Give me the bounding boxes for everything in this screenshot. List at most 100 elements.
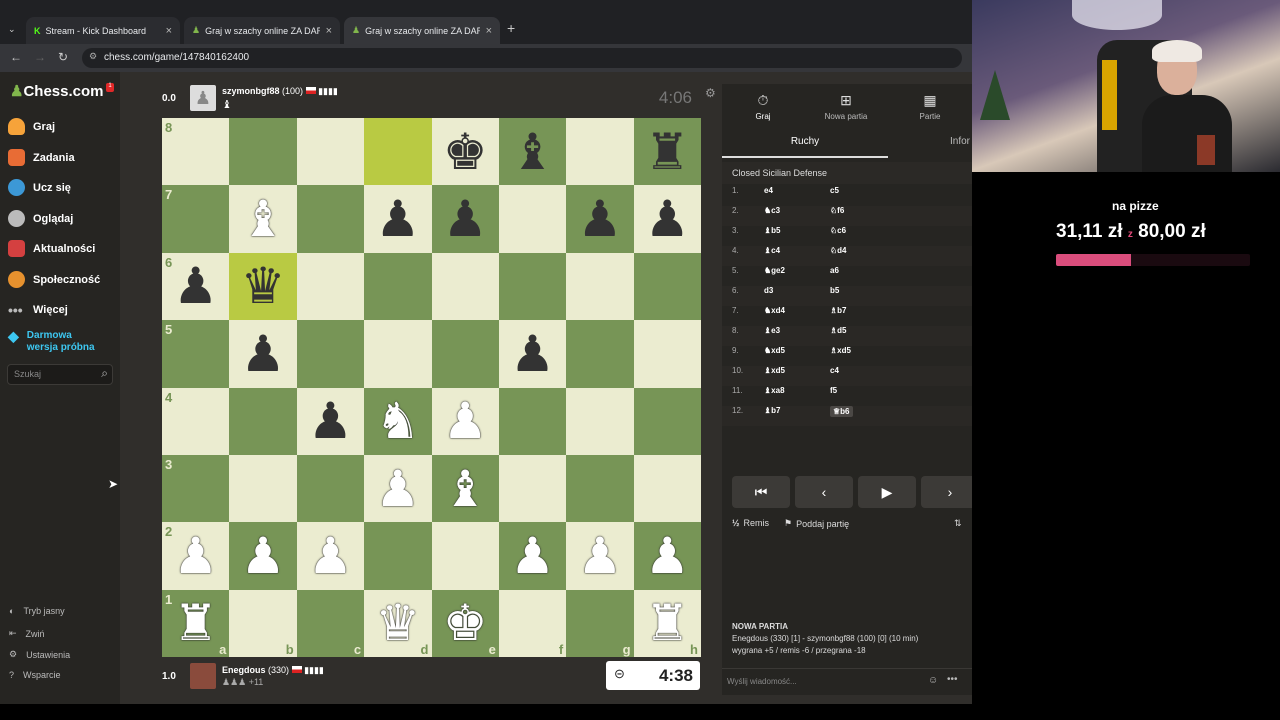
panel-tab-games[interactable]: ▦ Partie [895, 92, 965, 121]
square-b7[interactable]: ♝ [229, 185, 297, 253]
white-rook-icon[interactable]: ♜ [173, 598, 218, 648]
square-a5[interactable]: 5 [162, 320, 230, 388]
square-h7[interactable]: ♟ [633, 185, 701, 253]
black-pawn-icon[interactable]: ♟ [241, 329, 286, 379]
white-move[interactable]: ♞c3 [764, 206, 780, 215]
black-move[interactable]: ♘c6 [830, 226, 846, 235]
nav-item-puzzles[interactable]: Zadania [8, 149, 75, 166]
square-f7[interactable] [498, 185, 567, 253]
square-a3[interactable]: 3 [162, 454, 230, 523]
white-bishop-icon[interactable]: ♝ [443, 464, 488, 514]
white-move[interactable]: ♞xd4 [764, 306, 785, 315]
board-settings-gear-icon[interactable]: ⚙ [705, 86, 716, 100]
square-g8[interactable] [566, 118, 634, 186]
black-move[interactable]: ♘f6 [830, 206, 844, 215]
black-move[interactable]: a6 [830, 266, 839, 275]
square-c2[interactable]: ♟ [296, 522, 365, 590]
free-trial-link[interactable]: ◆ Darmowa wersja próbna [8, 329, 102, 354]
square-d5[interactable] [364, 320, 432, 388]
resign-button[interactable]: ⚑ Poddaj partię [784, 518, 849, 529]
black-pawn-icon[interactable]: ♟ [510, 329, 555, 379]
collapse-button[interactable]: ⇤ Zwiń [9, 628, 45, 639]
close-tab-icon[interactable]: × [326, 25, 332, 37]
square-e5[interactable] [431, 320, 499, 388]
square-f1[interactable]: f [498, 589, 567, 657]
square-d6[interactable] [364, 252, 432, 321]
square-b3[interactable] [229, 454, 297, 523]
white-bishop-icon[interactable]: ♝ [241, 194, 286, 244]
support-link[interactable]: ? Wsparcie [9, 670, 61, 680]
panel-tab-new-game[interactable]: ⊞ Nowa partia [811, 92, 881, 121]
black-move[interactable]: ♗xd5 [830, 346, 851, 355]
browser-tab-chess-2[interactable]: ♟ Graj w szachy online ZA DARMO × [344, 17, 500, 44]
subtab-moves[interactable]: Ruchy [722, 136, 888, 158]
previous-move-button[interactable]: ‹ [795, 476, 853, 508]
square-b6[interactable]: ♛ [229, 252, 297, 321]
square-g4[interactable] [566, 387, 634, 455]
site-info-icon[interactable]: ⚙ [89, 51, 97, 62]
search-input[interactable]: Szukaj ⌕ [7, 364, 113, 385]
white-move[interactable]: ♝xd5 [764, 366, 785, 375]
black-move[interactable]: ♗d5 [830, 326, 847, 335]
white-move[interactable]: ♝c4 [764, 246, 780, 255]
nav-item-play[interactable]: Graj [8, 118, 55, 135]
black-pawn-icon[interactable]: ♟ [173, 261, 218, 311]
square-c3[interactable] [296, 454, 365, 523]
white-move[interactable]: ♝b5 [764, 226, 781, 235]
square-a4[interactable]: 4 [162, 387, 230, 455]
square-e1[interactable]: e ♚ [431, 589, 499, 657]
square-f6[interactable] [498, 252, 567, 321]
square-c1[interactable]: c [296, 589, 365, 657]
white-queen-icon[interactable]: ♛ [375, 598, 420, 648]
black-queen-icon[interactable]: ♛ [241, 261, 286, 311]
square-h1[interactable]: h ♜ [633, 589, 701, 657]
browser-tab-chess-1[interactable]: ♟ Graj w szachy online ZA DARMO × [184, 17, 340, 44]
square-a6[interactable]: 6 ♟ [162, 252, 230, 321]
square-e6[interactable] [431, 252, 499, 321]
emoji-icon[interactable]: ☺ [928, 675, 938, 686]
white-pawn-icon[interactable]: ♟ [173, 531, 218, 581]
draw-button[interactable]: ½ Remis [732, 518, 769, 528]
light-mode-toggle[interactable]: ◐ Tryb jasny [9, 606, 65, 616]
panel-tab-play[interactable]: ⏱ Graj [728, 92, 798, 121]
square-d4[interactable]: ♞ [364, 387, 432, 455]
square-e4[interactable]: ♟ [431, 387, 499, 455]
nav-item-learn[interactable]: Ucz się [8, 179, 71, 196]
square-b2[interactable]: ♟ [229, 522, 297, 590]
square-d7[interactable]: ♟ [364, 185, 432, 253]
square-g2[interactable]: ♟ [566, 522, 634, 590]
top-player-name[interactable]: szymonbgf88 [222, 86, 280, 96]
square-b8[interactable] [229, 118, 297, 186]
square-d2[interactable] [364, 522, 432, 590]
white-move[interactable]: ♝xa8 [764, 386, 785, 395]
notification-badge[interactable]: 1 [106, 83, 114, 92]
black-king-icon[interactable]: ♚ [443, 127, 488, 177]
square-h3[interactable] [633, 454, 701, 523]
square-e2[interactable] [431, 522, 499, 590]
white-move[interactable]: e4 [764, 186, 773, 195]
square-h5[interactable] [633, 320, 701, 388]
square-a7[interactable]: 7 [162, 185, 230, 253]
square-h2[interactable]: ♟ [633, 522, 701, 590]
square-d8[interactable] [364, 118, 432, 186]
white-move[interactable]: d3 [764, 286, 773, 295]
nav-item-more[interactable]: ••• Więcej [8, 302, 68, 318]
white-pawn-icon[interactable]: ♟ [308, 531, 353, 581]
black-pawn-icon[interactable]: ♟ [308, 396, 353, 446]
black-move[interactable]: b5 [830, 286, 839, 295]
tab-list-chevron-icon[interactable]: ⌄ [8, 24, 16, 35]
square-g6[interactable] [566, 252, 634, 321]
close-tab-icon[interactable]: × [486, 25, 492, 37]
black-pawn-icon[interactable]: ♟ [443, 194, 488, 244]
square-d1[interactable]: d ♛ [364, 589, 432, 657]
bottom-player-name[interactable]: Enegdous [222, 665, 266, 675]
reload-icon[interactable]: ↻ [58, 50, 68, 64]
subtab-info[interactable]: Infor [950, 136, 970, 147]
black-move[interactable]: ♕b6 [830, 406, 853, 417]
chess-board[interactable]: 8 ♚ ♝ ♜ 7 ♝ ♟ ♟ ♟ ♟ 6 ♟ ♛ 5 ♟ ♟ 4 ♟ ♞ ♟ 3 ♟ ♝ 2 ♟ ♟ ♟ ♟ ♟ ♟ 1 a ♜ b c d ♛ e ♚ f… [162, 118, 701, 657]
play-moves-button[interactable]: ▶ [858, 476, 916, 508]
black-move[interactable]: ♘d4 [830, 246, 847, 255]
square-a2[interactable]: 2 ♟ [162, 522, 230, 590]
square-b4[interactable] [229, 387, 297, 455]
black-move[interactable]: c5 [830, 186, 839, 195]
